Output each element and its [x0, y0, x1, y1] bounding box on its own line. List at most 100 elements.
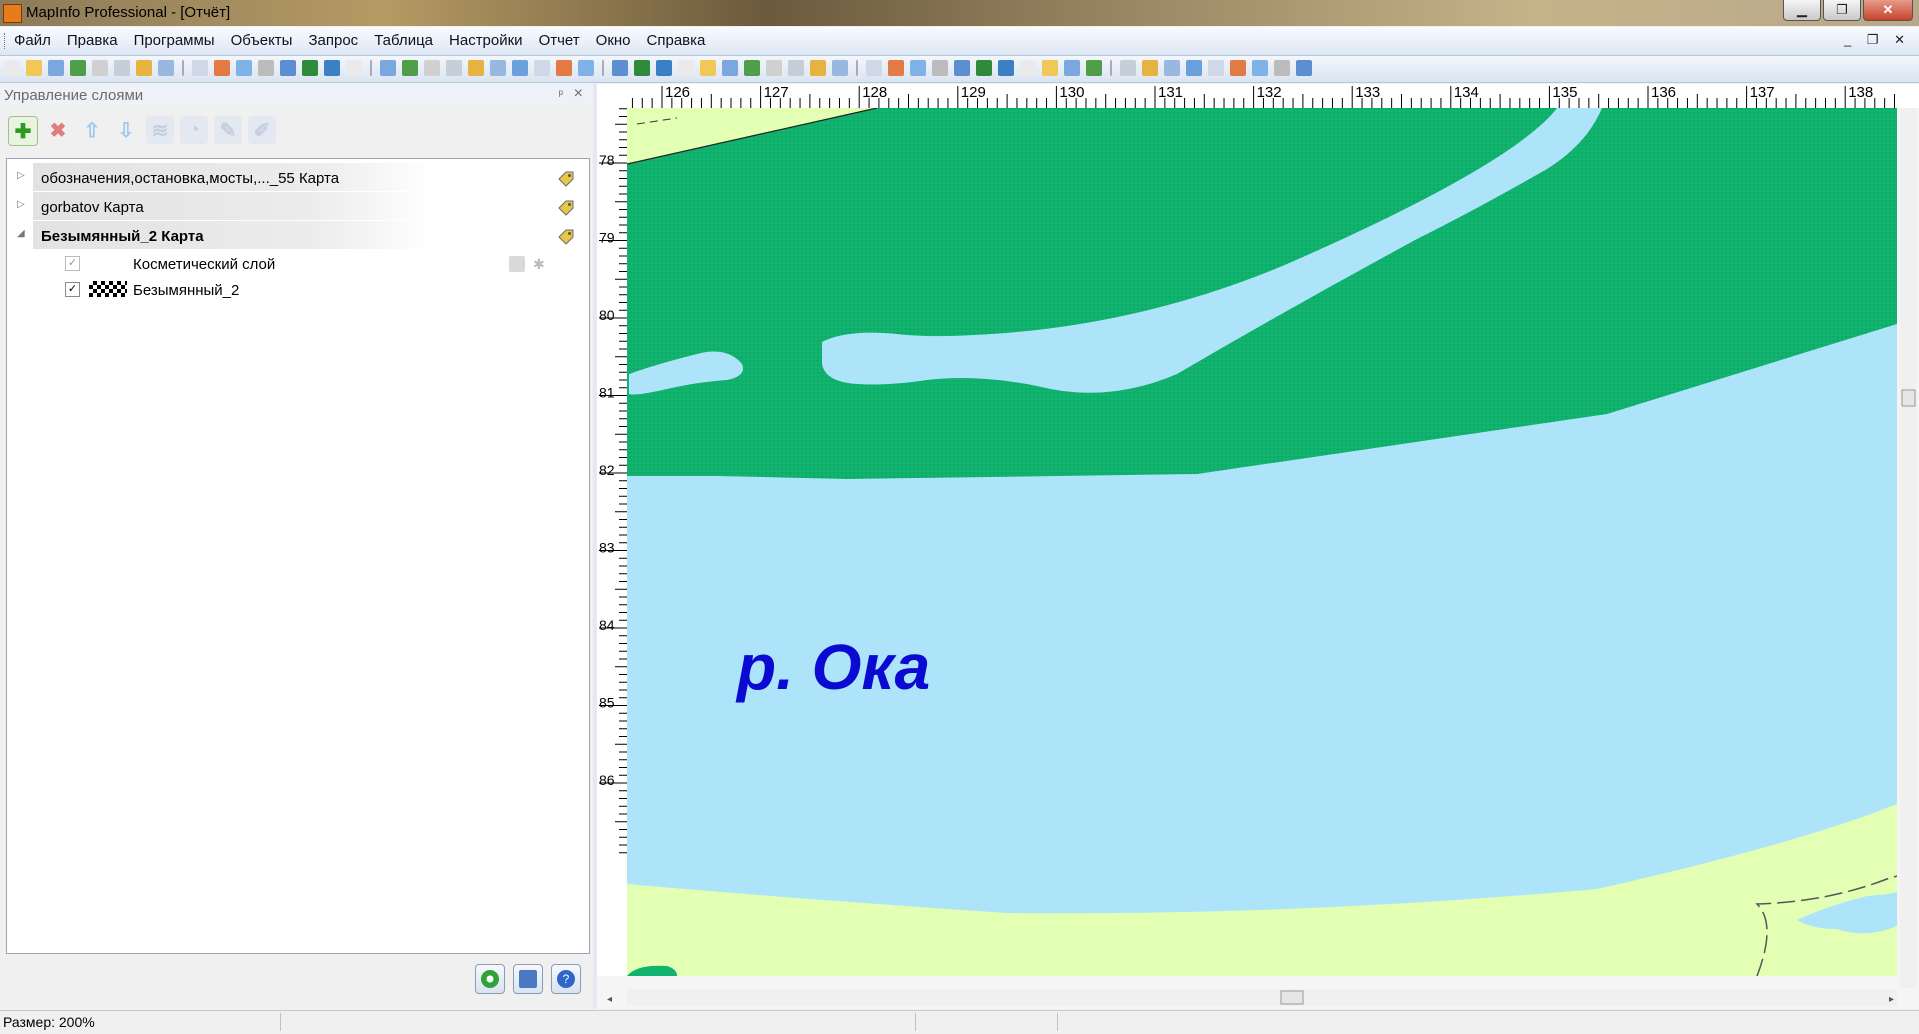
- toolbar-tool-icon[interactable]: [258, 60, 274, 76]
- edit-layer-button[interactable]: ✐: [248, 116, 276, 144]
- expand-arrow-icon[interactable]: ▷: [17, 170, 25, 181]
- expand-arrow-icon[interactable]: ▷: [17, 199, 25, 210]
- vertical-scroll-thumb[interactable]: [1901, 389, 1916, 407]
- map-tag-icon[interactable]: [557, 199, 575, 217]
- map-tag-icon[interactable]: [557, 170, 575, 188]
- toolbar-tool-icon[interactable]: [302, 60, 318, 76]
- restore-button[interactable]: ❐: [1823, 0, 1861, 21]
- toolbar-tool-icon[interactable]: [512, 60, 528, 76]
- menu-edit[interactable]: Правка: [67, 32, 118, 49]
- toolbar-tool-icon[interactable]: [998, 60, 1014, 76]
- toolbar-tool-icon[interactable]: [534, 60, 550, 76]
- toolbar-tool-icon[interactable]: [1086, 60, 1102, 76]
- layer-visibility-checkbox[interactable]: ✓: [65, 256, 80, 271]
- toolbar-tool-icon[interactable]: [1274, 60, 1290, 76]
- toolbar-tool-icon[interactable]: [722, 60, 738, 76]
- label-button[interactable]: ✎: [214, 116, 242, 144]
- layer-row-cosmetic[interactable]: ✓ Косметический слой ✱: [7, 251, 587, 277]
- toolbar-tool-icon[interactable]: [612, 60, 628, 76]
- layer-row-unnamed2[interactable]: ✓ Безымянный_2: [7, 277, 587, 303]
- map-canvas[interactable]: р. Ока 126 127 128 129 130 131 132 133 134 135 136…: [597, 84, 1919, 1009]
- toolbar-tool-icon[interactable]: [1252, 60, 1268, 76]
- menu-query[interactable]: Запрос: [308, 32, 358, 49]
- style-button[interactable]: ◔: [180, 116, 208, 144]
- toolbar-tool-icon[interactable]: [1230, 60, 1246, 76]
- panel-close-icon[interactable]: ×: [574, 85, 583, 103]
- menu-help[interactable]: Справка: [647, 32, 706, 49]
- toolbar-tool-icon[interactable]: [932, 60, 948, 76]
- mapinfo-app-icon[interactable]: [3, 4, 22, 23]
- selectable-icon[interactable]: ✱: [533, 256, 549, 272]
- toolbar-tool-icon[interactable]: [346, 60, 362, 76]
- pin-icon[interactable]: ᵖ: [558, 87, 563, 101]
- menu-programs[interactable]: Программы: [134, 32, 215, 49]
- toolbar-tool-icon[interactable]: [324, 60, 340, 76]
- toolbar-tool-icon[interactable]: [1020, 60, 1036, 76]
- menu-report[interactable]: Отчет: [539, 32, 580, 49]
- toolbar-tool-icon[interactable]: [578, 60, 594, 76]
- layer-visibility-checkbox[interactable]: ✓: [65, 282, 80, 297]
- toolbar-tool-icon[interactable]: [810, 60, 826, 76]
- toolbar-tool-icon[interactable]: [468, 60, 484, 76]
- menu-file[interactable]: Файл: [14, 32, 51, 49]
- toolbar-tool-icon[interactable]: [866, 60, 882, 76]
- toolbar-tool-icon[interactable]: [634, 60, 650, 76]
- mdi-window-controls[interactable]: _ ❐ ✕: [1844, 32, 1911, 48]
- toolbar-tool-icon[interactable]: [70, 60, 86, 76]
- toolbar-tool-icon[interactable]: [910, 60, 926, 76]
- toolbar-tool-icon[interactable]: [4, 60, 20, 76]
- map-tag-icon[interactable]: [557, 228, 575, 246]
- toolbar-tool-icon[interactable]: [48, 60, 64, 76]
- layer-properties-button[interactable]: ≋: [146, 116, 174, 144]
- toolbar-tool-icon[interactable]: [788, 60, 804, 76]
- toolbar-tool-icon[interactable]: [1142, 60, 1158, 76]
- collapse-arrow-icon[interactable]: ◢: [17, 228, 25, 239]
- toolbar-tool-icon[interactable]: [136, 60, 152, 76]
- toolbar-tool-icon[interactable]: [656, 60, 672, 76]
- toolbar-tool-icon[interactable]: [954, 60, 970, 76]
- toolbar-tool-icon[interactable]: [236, 60, 252, 76]
- options-button[interactable]: [513, 964, 543, 994]
- menu-options[interactable]: Настройки: [449, 32, 523, 49]
- toolbar-tool-icon[interactable]: [92, 60, 108, 76]
- toolbar-tool-icon[interactable]: [1120, 60, 1136, 76]
- map-node[interactable]: ▷ gorbatov Карта: [7, 190, 587, 220]
- menu-window[interactable]: Окно: [596, 32, 631, 49]
- toolbar-tool-icon[interactable]: [424, 60, 440, 76]
- toolbar-tool-icon[interactable]: [1064, 60, 1080, 76]
- toolbar-tool-icon[interactable]: [744, 60, 760, 76]
- close-button[interactable]: ✕: [1863, 0, 1913, 21]
- toolbar-tool-icon[interactable]: [114, 60, 130, 76]
- toolbar-tool-icon[interactable]: [1296, 60, 1312, 76]
- toolbar-tool-icon[interactable]: [26, 60, 42, 76]
- menu-objects[interactable]: Объекты: [231, 32, 293, 49]
- horizontal-scroll-thumb[interactable]: [1280, 990, 1304, 1005]
- move-down-button[interactable]: ⇩: [112, 116, 140, 144]
- help-button[interactable]: ?: [551, 964, 581, 994]
- remove-layer-button[interactable]: ✖: [44, 116, 72, 144]
- toolbar-tool-icon[interactable]: [1186, 60, 1202, 76]
- toolbar-tool-icon[interactable]: [280, 60, 296, 76]
- toolbar-tool-icon[interactable]: [1042, 60, 1058, 76]
- menu-grip[interactable]: [4, 33, 8, 49]
- toolbar-tool-icon[interactable]: [446, 60, 462, 76]
- toolbar-tool-icon[interactable]: [832, 60, 848, 76]
- add-layer-button[interactable]: ✚: [8, 116, 38, 146]
- toolbar-tool-icon[interactable]: [1164, 60, 1180, 76]
- editable-icon[interactable]: [509, 256, 525, 272]
- map-node[interactable]: ◢ Безымянный_2 Карта: [7, 219, 587, 249]
- vertical-scrollbar[interactable]: [1900, 108, 1917, 988]
- toolbar-tool-icon[interactable]: [214, 60, 230, 76]
- map-node[interactable]: ▷ обозначения,остановка,мосты,..._55 Кар…: [7, 161, 587, 191]
- toolbar-tool-icon[interactable]: [402, 60, 418, 76]
- apply-button[interactable]: [475, 964, 505, 994]
- scroll-right-arrow-icon[interactable]: ▸: [1889, 994, 1894, 1005]
- toolbar-tool-icon[interactable]: [192, 60, 208, 76]
- toolbar-tool-icon[interactable]: [380, 60, 396, 76]
- toolbar-tool-icon[interactable]: [766, 60, 782, 76]
- toolbar-tool-icon[interactable]: [1208, 60, 1224, 76]
- toolbar-tool-icon[interactable]: [490, 60, 506, 76]
- minimize-button[interactable]: ▁: [1783, 0, 1821, 21]
- toolbar-tool-icon[interactable]: [556, 60, 572, 76]
- map-window[interactable]: р. Ока 126 127 128 129 130 131 132 133 134 135 136…: [597, 84, 1919, 1009]
